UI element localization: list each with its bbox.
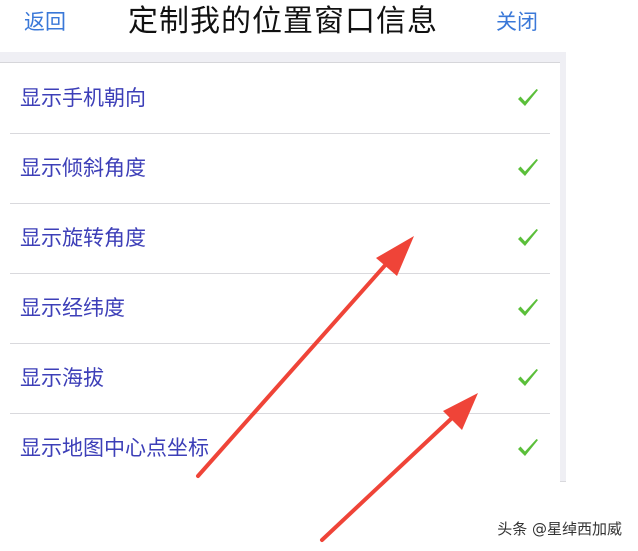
check-icon [518,439,538,456]
setting-label: 显示海拔 [20,366,104,390]
setting-row-tilt-angle[interactable]: 显示倾斜角度 [0,133,560,203]
bottom-area [0,482,638,551]
setting-label: 显示旋转角度 [20,226,146,250]
check-icon [518,369,538,386]
close-button[interactable]: 关闭 [496,9,538,35]
setting-row-map-center[interactable]: 显示地图中心点坐标 [0,413,560,483]
setting-label: 显示倾斜角度 [20,156,146,180]
check-icon [518,229,538,246]
check-icon [518,89,538,106]
setting-row-phone-orientation[interactable]: 显示手机朝向 [0,63,560,133]
setting-row-altitude[interactable]: 显示海拔 [0,343,560,413]
setting-label: 显示地图中心点坐标 [20,436,209,460]
check-icon [518,299,538,316]
settings-list: 显示手机朝向 显示倾斜角度 显示旋转角度 显示经纬度 显示海拔 显示地图中心点坐… [0,62,560,484]
setting-row-lat-long[interactable]: 显示经纬度 [0,273,560,343]
navigation-bar: 返回 定制我的位置窗口信息 关闭 [0,0,566,52]
setting-row-rotation-angle[interactable]: 显示旋转角度 [0,203,560,273]
check-icon [518,159,538,176]
watermark: 头条 @星绰西加威 [497,520,622,538]
settings-panel: 显示手机朝向 显示倾斜角度 显示旋转角度 显示经纬度 显示海拔 显示地图中心点坐… [0,52,566,484]
setting-label: 显示经纬度 [20,296,125,320]
page-title: 定制我的位置窗口信息 [128,4,438,39]
setting-label: 显示手机朝向 [20,86,146,110]
